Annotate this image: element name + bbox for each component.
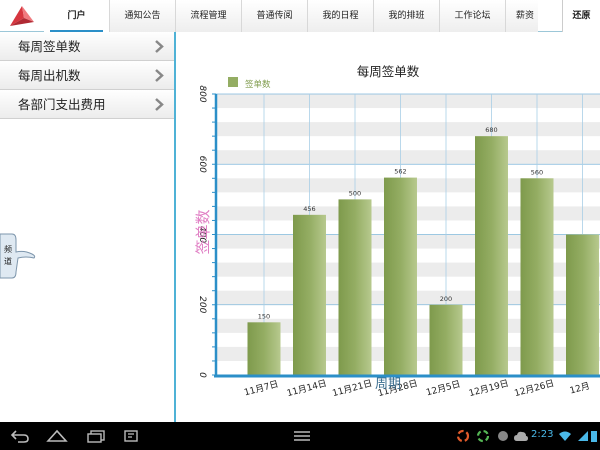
bar[interactable]: [338, 199, 372, 375]
grid-band: [216, 94, 600, 109]
sidebar-item-weekly-orders[interactable]: 每周签单数: [0, 32, 174, 61]
menu-icon[interactable]: [292, 429, 312, 443]
bar[interactable]: [293, 214, 326, 375]
x-tick-label: 11月7日: [243, 379, 280, 399]
sidebar-item-weekly-machines[interactable]: 每周出机数: [0, 61, 174, 90]
system-navigation-bar: 2:23: [0, 422, 600, 450]
chart-title: 每周签单数: [357, 64, 420, 79]
sidebar-item-label: 每周签单数: [18, 39, 81, 54]
clock-text: 2:23: [531, 429, 554, 440]
sidebar-item-label: 每周出机数: [18, 68, 81, 83]
tab-schedule[interactable]: 我的日程: [308, 0, 374, 32]
tab-salary-partial[interactable]: 薪资: [506, 0, 538, 32]
sidebar-item-label: 各部门支出费用: [18, 97, 106, 112]
cloud-icon: [514, 431, 528, 441]
x-tick-label: 12月19日: [468, 378, 510, 399]
bar[interactable]: [247, 322, 281, 375]
chart-panel: 150 11月7日 456 11月14日 500 11月21日 562 11月28日 200 12…: [178, 32, 600, 422]
battery-icon: [591, 431, 597, 442]
x-tick-label: 12月26日: [513, 378, 555, 399]
data-label: 560: [531, 168, 543, 176]
bar-chart: 15011月7日45611月14日50011月21日56211月28日20012…: [194, 64, 600, 399]
y-axis-label: 签单数: [194, 209, 212, 254]
bar[interactable]: [384, 177, 417, 375]
grid-band: [216, 122, 600, 137]
chevron-right-icon: [155, 98, 164, 111]
x-tick-label: 12月5日: [425, 379, 462, 399]
data-label: 562: [394, 168, 406, 176]
sidebar-item-dept-expenses[interactable]: 各部门支出费用: [0, 90, 174, 119]
grid-band: [216, 150, 600, 165]
app-icon: [498, 431, 508, 441]
tab-forum[interactable]: 工作论坛: [440, 0, 506, 32]
signal-icon: [578, 431, 588, 441]
data-label: 680: [485, 126, 497, 134]
recent-apps-icon[interactable]: [86, 429, 106, 443]
tab-circulation[interactable]: 普通传阅: [242, 0, 308, 32]
restore-button[interactable]: 还原: [562, 0, 600, 32]
wifi-icon: [559, 431, 571, 441]
chevron-right-icon: [155, 40, 164, 53]
tab-notices[interactable]: 通知公告: [110, 0, 176, 32]
bar[interactable]: [429, 304, 463, 375]
tab-strip: 门户 通知公告 流程管理 普通传阅 我的日程 我的排班 工作论坛 薪资: [44, 0, 538, 32]
app-icon: [456, 429, 470, 443]
screenshot-icon[interactable]: [123, 429, 139, 443]
home-icon[interactable]: [46, 429, 68, 443]
legend-swatch: [228, 77, 238, 87]
sidebar-menu: 每周签单数 每周出机数 各部门支出费用 频 道: [0, 32, 176, 422]
x-tick-label: 11月14日: [286, 378, 328, 399]
app-logo: [0, 0, 44, 32]
data-label: 200: [440, 295, 452, 303]
data-label: 500: [349, 189, 361, 197]
tab-shifts[interactable]: 我的排班: [374, 0, 440, 32]
tab-workflow[interactable]: 流程管理: [176, 0, 242, 32]
y-tick-label: 800: [197, 85, 207, 102]
y-tick-label: 0: [197, 372, 207, 378]
back-icon[interactable]: [10, 429, 30, 443]
top-navigation-bar: 门户 通知公告 流程管理 普通传阅 我的日程 我的排班 工作论坛 薪资 还原: [0, 0, 600, 32]
app-window: 门户 通知公告 流程管理 普通传阅 我的日程 我的排班 工作论坛 薪资 还原 每…: [0, 0, 600, 450]
logo-icon: [10, 6, 34, 26]
legend-label: 签单数: [245, 79, 271, 90]
app-icon: [476, 429, 490, 443]
x-axis-label: 周期: [375, 377, 401, 392]
data-label: 150: [258, 312, 270, 320]
chevron-right-icon: [155, 69, 164, 82]
bar[interactable]: [566, 234, 599, 376]
data-label: 456: [303, 205, 315, 213]
tab-portal[interactable]: 门户: [44, 0, 110, 32]
channel-label: 频 道: [4, 245, 12, 266]
bar[interactable]: [520, 178, 554, 375]
y-tick-label: 200: [197, 296, 207, 313]
bar[interactable]: [475, 136, 508, 375]
x-tick-label: 11月21日: [331, 378, 373, 399]
y-tick-label: 600: [197, 156, 207, 173]
x-tick-label: 12月: [569, 381, 592, 397]
